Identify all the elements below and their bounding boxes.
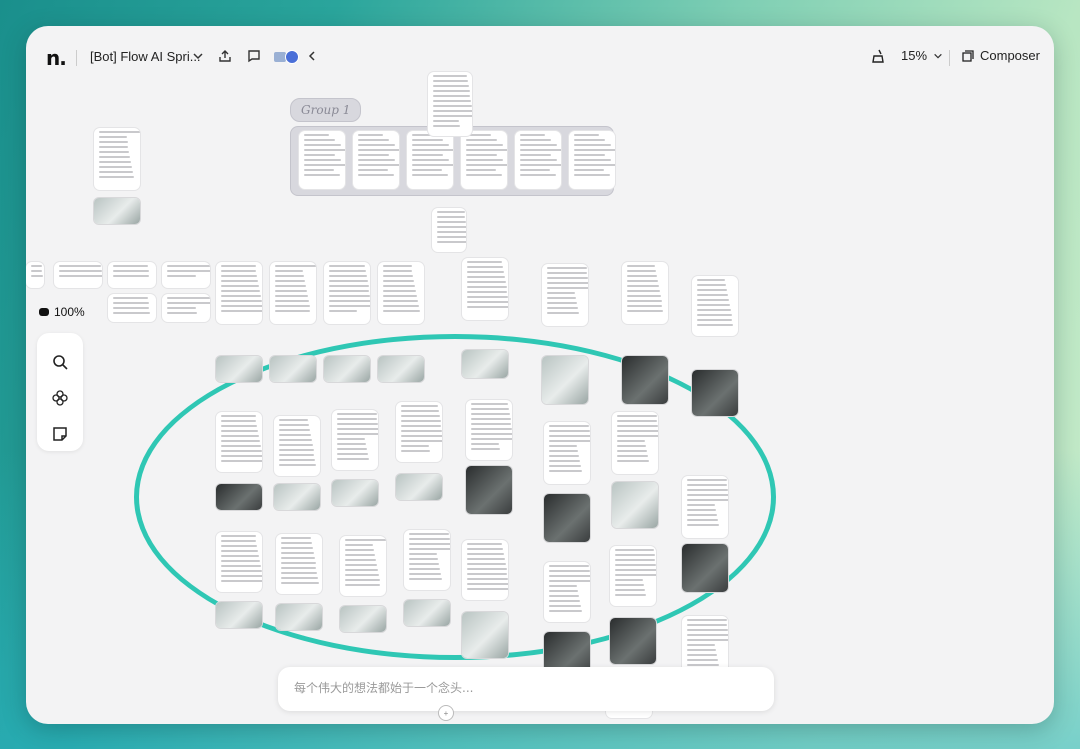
minimap-zoom[interactable]: 100% <box>38 305 85 319</box>
image-thumbnail[interactable] <box>542 356 588 404</box>
image-thumbnail[interactable] <box>216 602 262 628</box>
image-thumbnail[interactable] <box>276 604 322 630</box>
composer-button[interactable]: Composer <box>962 48 1040 63</box>
group-note-card[interactable] <box>299 131 345 189</box>
note-card[interactable] <box>108 262 156 288</box>
image-thumbnail[interactable] <box>622 356 668 404</box>
note-card[interactable] <box>26 262 44 288</box>
image-thumbnail[interactable] <box>94 198 140 224</box>
image-thumbnail[interactable] <box>274 484 320 510</box>
note-card[interactable] <box>270 262 316 324</box>
note-card[interactable] <box>216 532 262 592</box>
minimap-zoom-value: 100% <box>54 305 85 319</box>
note-card[interactable] <box>462 258 508 320</box>
image-thumbnail[interactable] <box>610 618 656 664</box>
note-card[interactable] <box>544 562 590 622</box>
image-thumbnail[interactable] <box>612 482 658 528</box>
divider <box>76 50 77 66</box>
note-card[interactable] <box>324 262 370 324</box>
image-thumbnail[interactable] <box>216 356 262 382</box>
board-canvas[interactable]: Group 1 <box>26 72 1054 724</box>
image-thumbnail[interactable] <box>378 356 424 382</box>
collaborator-avatar[interactable] <box>285 50 299 64</box>
note-card[interactable] <box>94 128 140 190</box>
image-thumbnail[interactable] <box>544 494 590 542</box>
divider <box>949 50 950 66</box>
image-thumbnail[interactable] <box>216 484 262 510</box>
image-thumbnail[interactable] <box>332 480 378 506</box>
group-label[interactable]: Group 1 <box>290 98 362 122</box>
zoom-value: 15% <box>901 48 928 63</box>
image-thumbnail[interactable] <box>692 370 738 416</box>
note-card[interactable] <box>542 264 588 326</box>
image-thumbnail[interactable] <box>682 544 728 592</box>
chevron-left-icon[interactable] <box>304 48 320 64</box>
note-card[interactable] <box>544 422 590 484</box>
note-card[interactable] <box>162 262 210 288</box>
group-note-card[interactable] <box>515 131 561 189</box>
note-card[interactable] <box>162 294 210 322</box>
image-thumbnail[interactable] <box>462 350 508 378</box>
tool-palette <box>37 333 83 451</box>
image-thumbnail[interactable] <box>340 606 386 632</box>
share-icon[interactable] <box>217 48 233 64</box>
group-note-card[interactable] <box>353 131 399 189</box>
image-thumbnail[interactable] <box>270 356 316 382</box>
note-card[interactable] <box>274 416 320 476</box>
prompt-bar <box>278 667 774 711</box>
chevron-down-icon <box>934 53 942 59</box>
image-thumbnail[interactable] <box>396 474 442 500</box>
note-card[interactable] <box>378 262 424 324</box>
group-note-card[interactable] <box>407 131 453 189</box>
note-card[interactable] <box>216 262 262 324</box>
top-toolbar: n. [Bot] Flow AI Spri... 15% Composer <box>26 26 1054 88</box>
note-card[interactable] <box>428 72 472 136</box>
note-card[interactable] <box>340 536 386 596</box>
flower-icon[interactable] <box>37 383 83 413</box>
search-icon[interactable] <box>37 347 83 377</box>
composer-icon <box>962 49 974 62</box>
zoom-dropdown[interactable]: 15% <box>901 48 943 63</box>
note-card[interactable] <box>612 412 658 474</box>
note-card[interactable] <box>432 208 466 252</box>
note-card[interactable] <box>54 262 102 288</box>
comment-icon[interactable] <box>246 48 262 64</box>
note-card[interactable] <box>682 476 728 538</box>
app-logo[interactable]: n. <box>46 46 67 70</box>
group-note-card[interactable] <box>461 131 507 189</box>
note-card[interactable] <box>462 540 508 600</box>
group-note-card[interactable] <box>569 131 615 189</box>
note-card[interactable] <box>610 546 656 606</box>
composer-label: Composer <box>980 48 1040 63</box>
document-title[interactable]: [Bot] Flow AI Spri... <box>90 49 201 64</box>
add-button[interactable]: + <box>438 705 454 721</box>
note-card[interactable] <box>404 530 450 590</box>
prompt-input[interactable] <box>292 680 756 696</box>
broom-icon[interactable] <box>870 48 886 64</box>
chevron-down-icon[interactable] <box>190 48 206 64</box>
image-thumbnail[interactable] <box>404 600 450 626</box>
app-window: n. [Bot] Flow AI Spri... 15% Composer Gr… <box>26 26 1054 724</box>
image-thumbnail[interactable] <box>466 466 512 514</box>
note-card[interactable] <box>108 294 156 322</box>
sticky-note-icon[interactable] <box>37 419 83 449</box>
group-frame[interactable] <box>290 126 615 196</box>
note-card[interactable] <box>276 534 322 594</box>
image-thumbnail[interactable] <box>324 356 370 382</box>
image-thumbnail[interactable] <box>462 612 508 658</box>
note-card[interactable] <box>396 402 442 462</box>
note-card[interactable] <box>216 412 262 472</box>
note-card[interactable] <box>466 400 512 460</box>
gamepad-icon <box>39 308 49 316</box>
note-card[interactable] <box>332 410 378 470</box>
note-card[interactable] <box>622 262 668 324</box>
note-card[interactable] <box>692 276 738 336</box>
